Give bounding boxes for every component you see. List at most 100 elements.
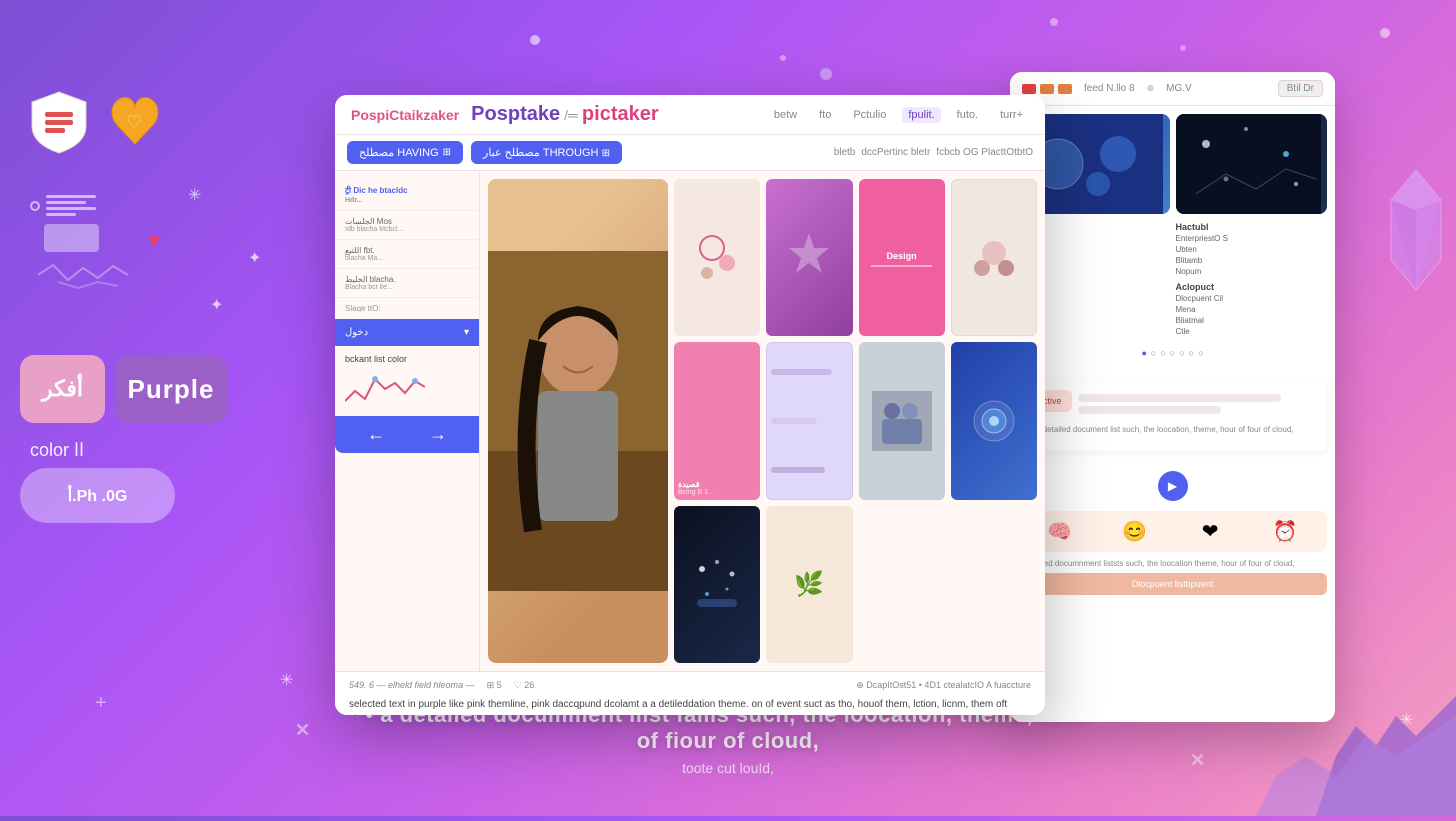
cross-2: ✕: [1190, 750, 1205, 771]
brand-right: pictaker: [582, 103, 659, 126]
color-input-chip[interactable]: أ.Ph .0G: [20, 468, 175, 523]
color-label: color اا: [30, 440, 84, 461]
sw-header-icon: ⊕: [1147, 83, 1155, 94]
main-photo[interactable]: [488, 179, 668, 663]
face-icon: 😊: [1122, 519, 1147, 544]
page-dot-2: ○: [1151, 348, 1156, 358]
sw-icon-clock: ⏰: [1252, 519, 1319, 544]
sw-icon-heart-b: ❤: [1177, 519, 1244, 544]
sw-card-header: active: [1028, 390, 1317, 418]
shield-icon: [30, 90, 88, 155]
action-icon-heart[interactable]: ♡ 26: [514, 680, 535, 691]
sw-tag-aclopuct: Aclopuct Dlocpuent Cil Mena Bliatmal Ctl…: [1176, 282, 1328, 336]
sidebar-item-4[interactable]: الخليط blacha. Blacha bct lIe...: [335, 269, 479, 298]
chip-arabic[interactable]: أفكر: [20, 355, 105, 423]
sort-options: bletb dccPertinc bletr fcbcb OG PlacttOt…: [834, 147, 1033, 158]
chart-area: [345, 368, 469, 408]
sw-icon-grid: [1022, 84, 1072, 94]
sw-card-1: active a detailed document list such, th…: [1018, 380, 1327, 451]
sidebar-item-3[interactable]: اللتبع fbt. blacha Ma...: [335, 240, 479, 269]
sw-header-btn[interactable]: Btil Dr: [1278, 80, 1323, 97]
sw-play-area: ▶: [1010, 467, 1335, 505]
bottom-panel: 549. 6 — elheld field hleoma — ⊞ 5 ♡ 26 …: [335, 671, 1045, 715]
thumb-6[interactable]: [766, 342, 852, 499]
color-chips-row: أفكر Purple: [20, 355, 227, 423]
tab-design[interactable]: دخول ▾: [335, 319, 479, 346]
toolbar-btn2[interactable]: مصطلح عبار THROUGH ⊞: [471, 141, 622, 164]
sw-image-row: [1018, 114, 1327, 214]
sort-label-1: bletb: [834, 147, 856, 158]
thumb-7[interactable]: [859, 342, 945, 499]
left-panel: ♡: [30, 80, 173, 295]
main-window: PospiCtaikzaker Posptake /═ pictaker bet…: [335, 95, 1045, 715]
sw-submit-btn[interactable]: Dlocpuent listbpuent: [1018, 573, 1327, 595]
thumb-svg-4: [964, 228, 1024, 288]
thumb-5[interactable]: قصيدة Bcing B 1...: [674, 342, 760, 499]
thumb-svg-8: [964, 391, 1024, 451]
sidebar-item-1[interactable]: ट्री Dic he btacldc Hdr...: [335, 179, 479, 211]
sw-tag-row-1: Paltbs Betac Betac Detbo When Hactubl En…: [1018, 222, 1327, 336]
nav-link-fto[interactable]: fto: [813, 107, 837, 123]
thumb-10[interactable]: 🌿: [766, 506, 852, 663]
thumb-3[interactable]: Design: [859, 179, 945, 336]
heart-icon-b: ❤: [1202, 519, 1219, 544]
sw-body-text-2: a detailed documnment liststs such, the …: [1010, 558, 1335, 569]
thumb-1[interactable]: [674, 179, 760, 336]
hero-icons: ♡: [30, 80, 173, 165]
sidebar-item-2[interactable]: الجلسات Mos Idb blacha Mcbcl...: [335, 211, 479, 240]
thumb-svg-7: [872, 391, 932, 451]
nav-link-futo[interactable]: futo.: [951, 107, 984, 123]
sw-card-line-1: [1078, 394, 1282, 402]
chip-arabic-label: أفكر: [42, 376, 83, 402]
sw-content: Paltbs Betac Betac Detbo When Hactubl En…: [1010, 106, 1335, 372]
nav-link-betw[interactable]: betw: [768, 107, 803, 123]
nav-link-pctulio[interactable]: Pctulio: [847, 107, 892, 123]
snowflake-4: ✳: [280, 670, 293, 690]
action-tab[interactable]: ← →: [335, 416, 479, 453]
thumb-9[interactable]: [674, 506, 760, 663]
play-button[interactable]: ▶: [1158, 471, 1188, 501]
thumb-2[interactable]: [766, 179, 852, 336]
sw-tags-section: Paltbs Betac Betac Detbo When Hactubl En…: [1018, 222, 1327, 364]
action-icon-1: ←: [367, 424, 385, 445]
sidebar-note: Slaqe ttO:: [335, 298, 479, 319]
action-spacer: [546, 680, 844, 691]
thumb-4[interactable]: [951, 179, 1037, 336]
nav-brand: Posptake /═ pictaker: [471, 103, 658, 126]
brain-icon: 🧠: [1047, 519, 1072, 544]
svg-text:♡: ♡: [126, 112, 142, 132]
action-icon-2: →: [429, 424, 447, 445]
person-photo: [488, 179, 668, 663]
plus-1: +: [95, 692, 107, 715]
thumb-svg-9: [687, 554, 747, 614]
cross-1: ✕: [295, 720, 310, 741]
sw-bottom-icons: 🧠 😊 ❤ ⏰: [1018, 511, 1327, 552]
page-dot-6: ○: [1189, 348, 1194, 358]
nav-link-fpulit[interactable]: fpulit.: [902, 107, 940, 123]
nav-links: betw fto Pctulio fpulit. futo. turr+: [768, 107, 1029, 123]
list-color-label: bckant list color: [345, 354, 469, 364]
sort-label-3: fcbcb OG PlacttOtbtO: [936, 147, 1033, 158]
page-dot-5: ○: [1179, 348, 1184, 358]
action-icon-share[interactable]: ⊞ 5: [487, 680, 502, 691]
btn1-icon: ⊞: [443, 147, 451, 158]
nav-link-turr[interactable]: turr+: [994, 107, 1029, 123]
sw-pagination: ● ○ ○ ○ ○ ○ ○: [1018, 342, 1327, 364]
sw-card-section: active a detailed document list such, th…: [1010, 372, 1335, 467]
sw-img-2[interactable]: [1176, 114, 1328, 214]
tab-label: دخول: [345, 327, 368, 338]
chip-purple[interactable]: Purple: [115, 355, 227, 423]
sw-header-label1: feed N.llo 8: [1084, 83, 1135, 94]
action-right: ⊕ DcapItOst51 • 4D1 ctealatcIO A fuacctu…: [856, 680, 1031, 691]
sort-label-2: dccPertinc bletr: [861, 147, 930, 158]
sidebar-list: ट्री Dic he btacldc Hdr... الجلسات Mos I…: [335, 171, 480, 671]
brand-divider: /═: [564, 107, 578, 123]
thumb-8[interactable]: [951, 342, 1037, 499]
wavy-lines: [38, 260, 128, 290]
list-color-section: bckant list color: [335, 346, 479, 416]
sw-icon-red: [1022, 84, 1036, 94]
chip-purple-label: Purple: [128, 374, 215, 405]
thumb-svg-2: [779, 228, 839, 288]
toolbar-btn1[interactable]: مصطلح HAVING ⊞: [347, 141, 463, 164]
sw-card-line-2: [1078, 406, 1222, 414]
